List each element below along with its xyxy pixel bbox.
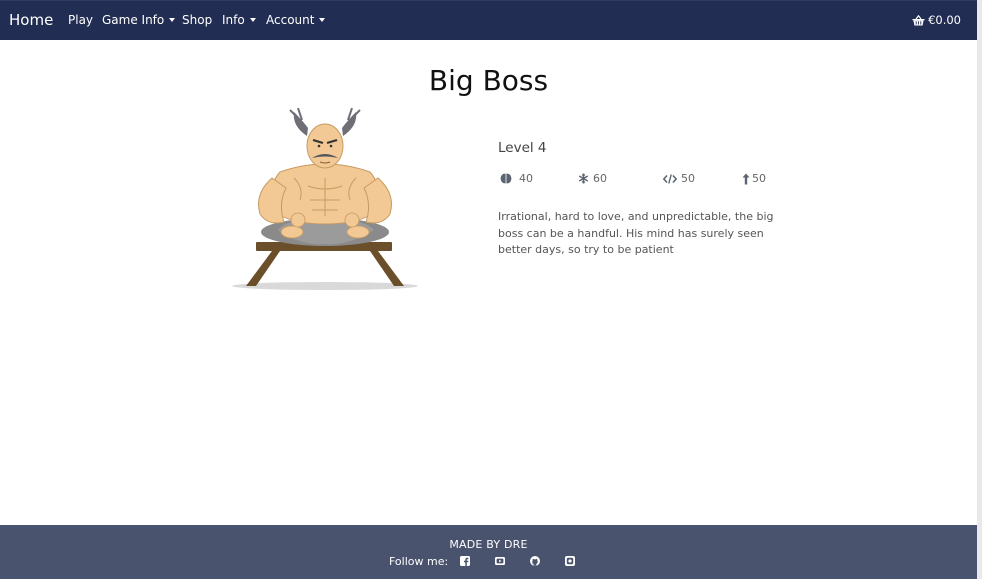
snowflake-icon (578, 173, 589, 184)
stat-value: 50 (752, 172, 766, 185)
stat-code: 50 (663, 172, 695, 185)
stat-value: 40 (519, 172, 533, 185)
facebook-icon[interactable] (460, 556, 471, 566)
nav-shop-link[interactable]: Shop (182, 13, 212, 27)
caret-down-icon (169, 18, 176, 22)
arrow-up-icon (742, 173, 750, 184)
page-title: Big Boss (428, 64, 549, 97)
caret-down-icon (249, 18, 256, 22)
character-level: Level 4 (498, 140, 547, 156)
character-illustration (232, 108, 418, 290)
home-link[interactable]: Home (9, 11, 53, 29)
cart-link[interactable]: €0.00 (912, 13, 961, 27)
stat-value: 50 (681, 172, 695, 185)
footer: MADE BY DRE Follow me: (0, 525, 977, 579)
social-links: Follow me: (389, 554, 600, 568)
brain-icon (500, 173, 512, 184)
stat-intelligence: 40 (500, 172, 533, 185)
scrollbar[interactable] (977, 0, 982, 579)
basket-icon (912, 14, 925, 25)
character-description: Irrational, hard to love, and unpredicta… (498, 210, 774, 256)
stat-level-up: 50 (742, 172, 766, 185)
stat-value: 60 (593, 172, 607, 185)
code-icon (663, 173, 677, 184)
nav-play-link[interactable]: Play (68, 13, 93, 27)
caret-down-icon (319, 18, 326, 22)
instagram-icon[interactable] (565, 556, 576, 566)
cart-total: €0.00 (928, 13, 961, 27)
made-by-text: MADE BY DRE (449, 538, 528, 551)
navbar: Home Play Game Info Shop Info Account €0… (0, 0, 977, 40)
follow-label: Follow me: (389, 554, 449, 568)
stat-cold: 60 (578, 172, 607, 185)
nav-game-info-dropdown[interactable]: Game Info (102, 13, 176, 27)
youtube-icon[interactable] (495, 556, 506, 566)
github-icon[interactable] (530, 556, 541, 566)
nav-info-dropdown[interactable]: Info (222, 13, 256, 27)
nav-account-dropdown[interactable]: Account (266, 13, 326, 27)
